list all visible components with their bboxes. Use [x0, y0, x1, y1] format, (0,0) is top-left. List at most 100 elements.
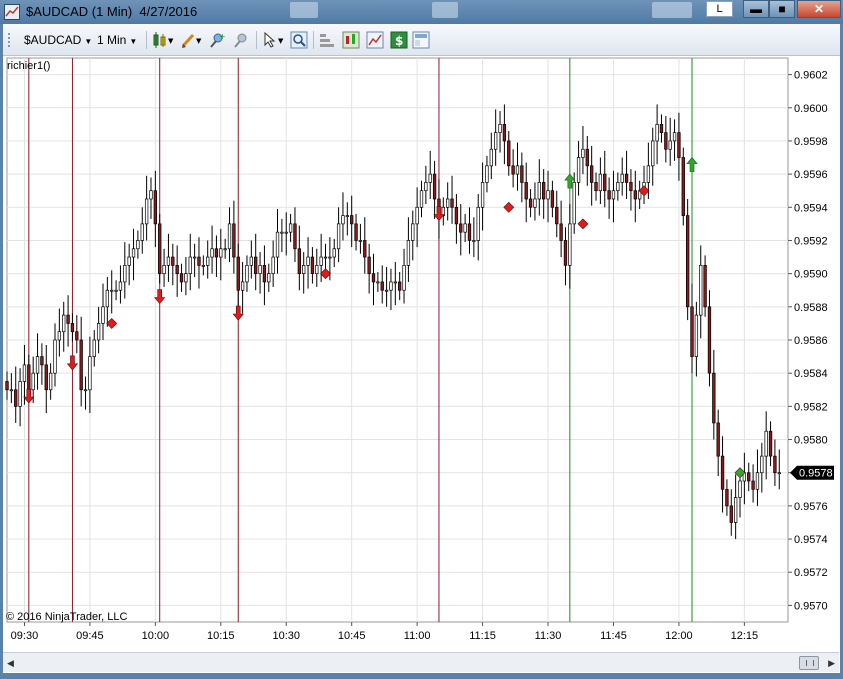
candle-body	[332, 248, 336, 258]
candle-body	[110, 289, 114, 292]
candle-body	[280, 231, 284, 234]
pencil-draw-icon[interactable]: ▼	[180, 31, 202, 49]
candle-body	[459, 223, 463, 233]
interval-label: 1 Min	[97, 33, 127, 47]
horizontal-scrollbar[interactable]: ◀ ▶	[3, 652, 839, 672]
candle-body	[777, 472, 781, 475]
candle-body	[101, 306, 105, 324]
scroll-right-icon[interactable]: ▶	[828, 658, 835, 669]
candle-body	[114, 289, 118, 292]
candle-body	[140, 223, 144, 241]
candle-body	[22, 364, 27, 382]
candle-body	[454, 206, 459, 225]
y-tick-label: 0.9586	[794, 335, 828, 347]
pin-add-icon[interactable]: +	[208, 31, 226, 49]
candle-body	[559, 223, 563, 241]
chart-panel[interactable]: 0.9570 0.9572 0.9574 0.9576 0.9578 0.9580 0.95…	[3, 56, 839, 652]
candle-body	[712, 372, 716, 424]
candle-body	[131, 248, 136, 258]
y-tick-label: 0.9596	[794, 169, 828, 181]
candle-body	[319, 256, 323, 266]
x-tick-label: 09:45	[76, 630, 104, 642]
candle-body	[92, 339, 96, 357]
close-button[interactable]: ✕	[797, 0, 841, 18]
candle-body	[306, 256, 310, 266]
candle-body	[88, 356, 92, 391]
candle-body	[219, 248, 223, 258]
y-tick-label: 0.9600	[794, 103, 828, 115]
x-tick-label: 10:30	[272, 630, 300, 642]
bar-style-icon[interactable]	[342, 31, 360, 49]
candle-body	[267, 273, 271, 283]
candle-body	[707, 306, 712, 374]
price-chart[interactable]: 0.9570 0.9572 0.9574 0.9576 0.9578 0.9580 0.95…	[3, 56, 839, 652]
candle-body	[136, 240, 140, 250]
svg-text:▼: ▼	[196, 37, 202, 45]
candle-body	[336, 223, 341, 250]
candle-body	[533, 198, 537, 208]
candle-body	[44, 364, 48, 391]
candle-body	[494, 132, 498, 150]
link-badge[interactable]: L	[706, 1, 733, 17]
candle-body	[70, 323, 75, 333]
candle-body	[166, 256, 171, 266]
x-tick-label: 10:45	[338, 630, 366, 642]
candle-body	[755, 472, 760, 490]
candle-body	[188, 256, 192, 274]
candlestick-style-icon[interactable]: ▼	[152, 31, 174, 49]
panels-icon[interactable]	[412, 31, 430, 49]
indicator-label: richier1()	[7, 60, 51, 72]
minimize-button[interactable]: ▬	[743, 0, 769, 18]
y-tick-label: 0.9574	[794, 534, 828, 546]
candle-body	[158, 223, 162, 274]
candle-body	[271, 256, 275, 274]
candle-body	[581, 148, 585, 158]
candle-body	[62, 314, 66, 333]
candle-body	[302, 265, 306, 274]
candle-body	[179, 273, 184, 283]
candle-body	[118, 281, 123, 291]
instrument-selector[interactable]: $AUDCAD ▼	[24, 31, 92, 49]
toolbar-separator	[313, 31, 314, 49]
candle-body	[685, 215, 690, 308]
candle-body	[677, 132, 681, 158]
cursor-icon[interactable]: ▼	[262, 31, 284, 49]
candle-body	[528, 198, 533, 208]
candle-body	[576, 157, 581, 183]
candle-body	[192, 256, 197, 259]
candle-body	[83, 389, 88, 392]
candle-body	[668, 140, 672, 150]
window-title-bar: $AUDCAD (1 Min) 4/27/2016 L ▬ ■ ✕	[0, 0, 843, 24]
svg-text:$: $	[395, 34, 403, 48]
svg-text:▼: ▼	[168, 37, 174, 45]
candle-body	[35, 356, 40, 374]
y-tick-label: 0.9592	[794, 235, 828, 247]
strategy-dollar-icon[interactable]: $	[390, 31, 408, 49]
candle-body	[603, 173, 607, 192]
candle-body	[153, 190, 158, 225]
scrollbar-thumb[interactable]	[799, 656, 819, 670]
pin-remove-icon[interactable]	[232, 31, 250, 49]
candle-body	[725, 488, 729, 507]
chart-properties-icon[interactable]	[366, 31, 384, 49]
y-tick-label: 0.9570	[794, 600, 828, 612]
candle-body	[249, 256, 253, 266]
chevron-down-icon: ▼	[84, 37, 93, 46]
candle-body	[624, 173, 629, 183]
zoom-icon[interactable]	[290, 31, 308, 49]
candle-body	[315, 265, 319, 274]
interval-selector[interactable]: 1 Min ▼	[97, 31, 137, 49]
candle-body	[258, 265, 262, 274]
candle-body	[585, 148, 589, 167]
candle-body	[214, 248, 219, 258]
data-box-icon[interactable]	[318, 31, 336, 49]
scroll-left-icon[interactable]: ◀	[7, 658, 14, 669]
candle-body	[598, 173, 603, 192]
candle-body	[380, 281, 384, 291]
candle-body	[149, 190, 153, 200]
candle-body	[27, 364, 31, 391]
y-tick-label: 0.9580	[794, 435, 828, 447]
candle-body	[415, 206, 419, 225]
maximize-button[interactable]: ■	[769, 0, 795, 18]
toolbar-grip[interactable]	[8, 33, 11, 47]
